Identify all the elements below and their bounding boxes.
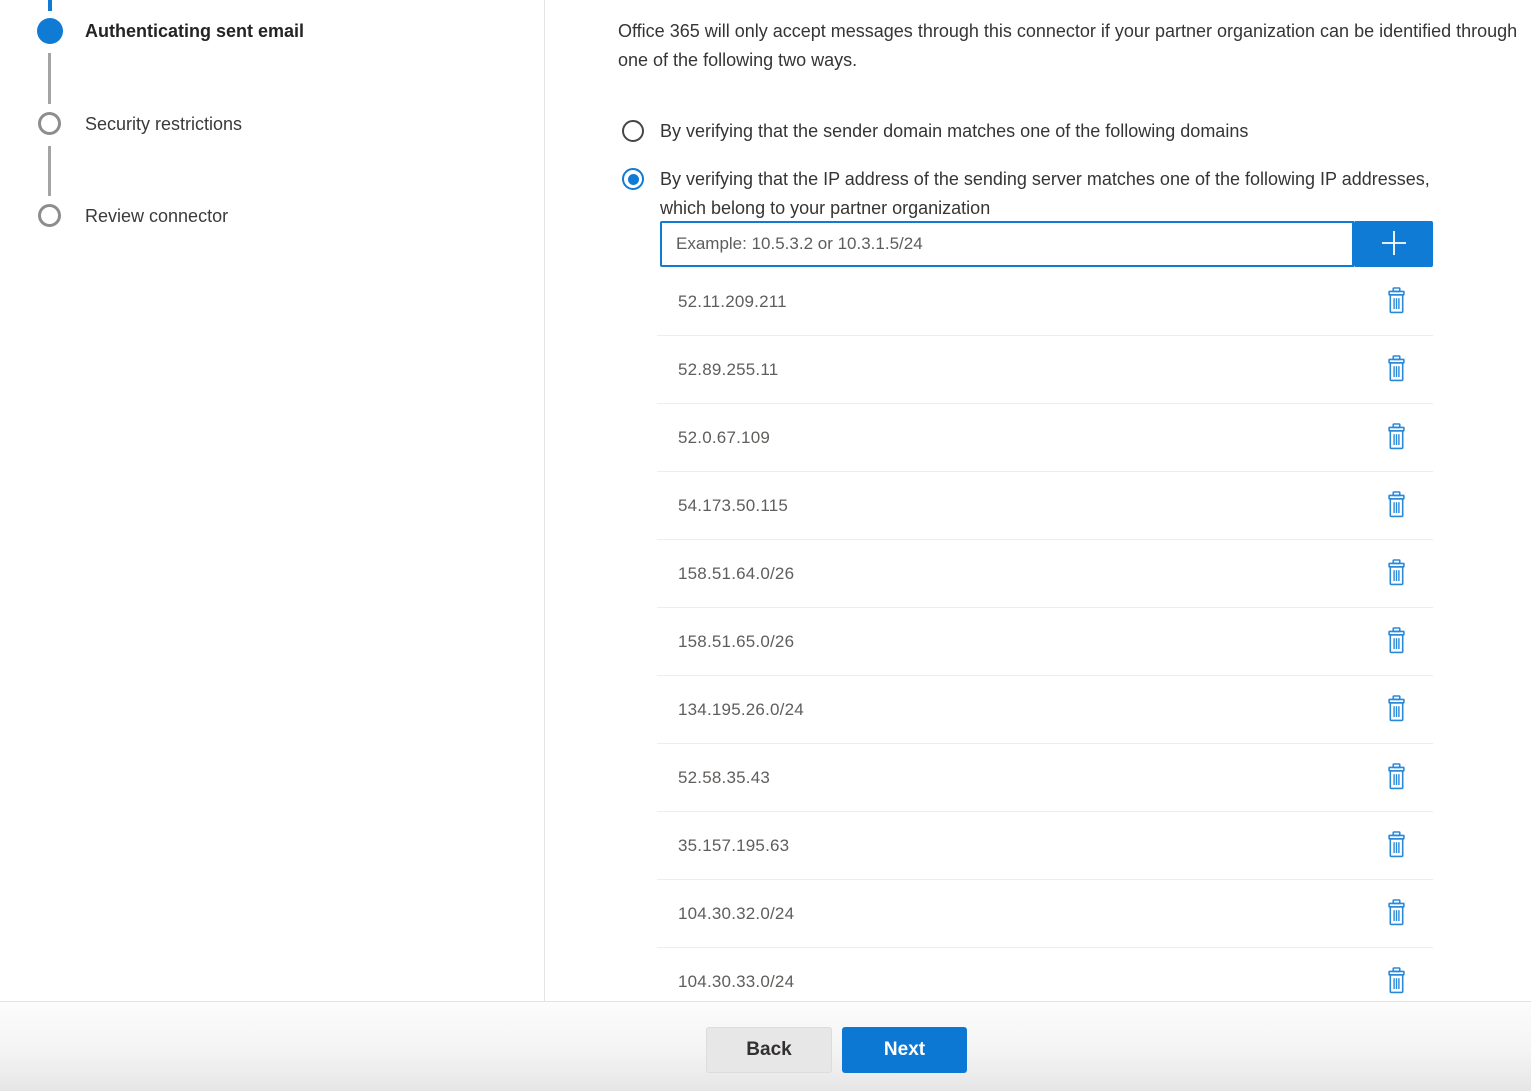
delete-ip-button[interactable] bbox=[1379, 554, 1413, 594]
trash-icon bbox=[1386, 763, 1407, 793]
ip-value: 104.30.33.0/24 bbox=[678, 972, 794, 992]
ip-list-row: 35.157.195.63 bbox=[657, 812, 1433, 880]
add-ip-button[interactable] bbox=[1354, 221, 1433, 267]
step-empty-circle-icon bbox=[38, 112, 61, 135]
trash-icon bbox=[1386, 423, 1407, 453]
ip-list-row: 52.11.209.211 bbox=[657, 268, 1433, 336]
trash-icon bbox=[1386, 831, 1407, 861]
wizard-footer: Back Next bbox=[0, 1001, 1531, 1091]
trash-icon bbox=[1386, 627, 1407, 657]
delete-ip-button[interactable] bbox=[1379, 282, 1413, 322]
ip-list-row: 104.30.32.0/24 bbox=[657, 880, 1433, 948]
plus-icon bbox=[1378, 227, 1410, 262]
step-active-dot-icon bbox=[37, 18, 63, 44]
ip-list-row: 52.58.35.43 bbox=[657, 744, 1433, 812]
trash-icon bbox=[1386, 491, 1407, 521]
ip-value: 158.51.65.0/26 bbox=[678, 632, 794, 652]
intro-text: Office 365 will only accept messages thr… bbox=[618, 17, 1531, 75]
radio-ip-address[interactable] bbox=[622, 168, 644, 190]
delete-ip-button[interactable] bbox=[1379, 418, 1413, 458]
ip-list-row: 134.195.26.0/24 bbox=[657, 676, 1433, 744]
ip-list-row: 52.89.255.11 bbox=[657, 336, 1433, 404]
stepper-connector bbox=[48, 146, 51, 196]
radio-sender-domain-label[interactable]: By verifying that the sender domain matc… bbox=[660, 118, 1450, 144]
ip-value: 134.195.26.0/24 bbox=[678, 700, 804, 720]
radio-ip-address-label[interactable]: By verifying that the IP address of the … bbox=[660, 165, 1476, 223]
ip-list-row: 54.173.50.115 bbox=[657, 472, 1433, 540]
delete-ip-button[interactable] bbox=[1379, 486, 1413, 526]
ip-list-row: 52.0.67.109 bbox=[657, 404, 1433, 472]
back-button[interactable]: Back bbox=[706, 1027, 832, 1073]
ip-value: 35.157.195.63 bbox=[678, 836, 789, 856]
delete-ip-button[interactable] bbox=[1379, 758, 1413, 798]
wizard-stepper: Authenticating sent email Security restr… bbox=[0, 0, 545, 1001]
ip-list: 52.11.209.211 52.89.255.11 bbox=[657, 268, 1433, 1016]
stepper-connector bbox=[48, 53, 51, 104]
delete-ip-button[interactable] bbox=[1379, 350, 1413, 390]
delete-ip-button[interactable] bbox=[1379, 826, 1413, 866]
delete-ip-button[interactable] bbox=[1379, 962, 1413, 1002]
step-label-authenticating-sent-email: Authenticating sent email bbox=[85, 18, 304, 44]
ip-value: 52.89.255.11 bbox=[678, 360, 778, 380]
trash-icon bbox=[1386, 355, 1407, 385]
trash-icon bbox=[1386, 899, 1407, 929]
trash-icon bbox=[1386, 967, 1407, 997]
step-label-review-connector: Review connector bbox=[85, 203, 228, 229]
radio-sender-domain[interactable] bbox=[622, 120, 644, 142]
ip-value: 52.11.209.211 bbox=[678, 292, 787, 312]
trash-icon bbox=[1386, 695, 1407, 725]
ip-list-row: 158.51.64.0/26 bbox=[657, 540, 1433, 608]
delete-ip-button[interactable] bbox=[1379, 894, 1413, 934]
ip-address-input[interactable] bbox=[660, 221, 1354, 267]
step-empty-circle-icon bbox=[38, 204, 61, 227]
ip-value: 52.0.67.109 bbox=[678, 428, 770, 448]
ip-value: 158.51.64.0/26 bbox=[678, 564, 794, 584]
stepper-connector-top bbox=[48, 0, 52, 11]
ip-value: 104.30.32.0/24 bbox=[678, 904, 794, 924]
connector-wizard-screen: Authenticating sent email Security restr… bbox=[0, 0, 1531, 1091]
trash-icon bbox=[1386, 559, 1407, 589]
delete-ip-button[interactable] bbox=[1379, 622, 1413, 662]
trash-icon bbox=[1386, 287, 1407, 317]
step-label-security-restrictions: Security restrictions bbox=[85, 111, 242, 137]
step-content-authenticating-sent-email: Office 365 will only accept messages thr… bbox=[545, 0, 1531, 1001]
radio-selected-dot-icon bbox=[628, 174, 639, 185]
next-button[interactable]: Next bbox=[842, 1027, 967, 1073]
ip-list-row: 158.51.65.0/26 bbox=[657, 608, 1433, 676]
ip-value: 54.173.50.115 bbox=[678, 496, 788, 516]
delete-ip-button[interactable] bbox=[1379, 690, 1413, 730]
ip-input-row bbox=[660, 221, 1433, 267]
ip-value: 52.58.35.43 bbox=[678, 768, 770, 788]
